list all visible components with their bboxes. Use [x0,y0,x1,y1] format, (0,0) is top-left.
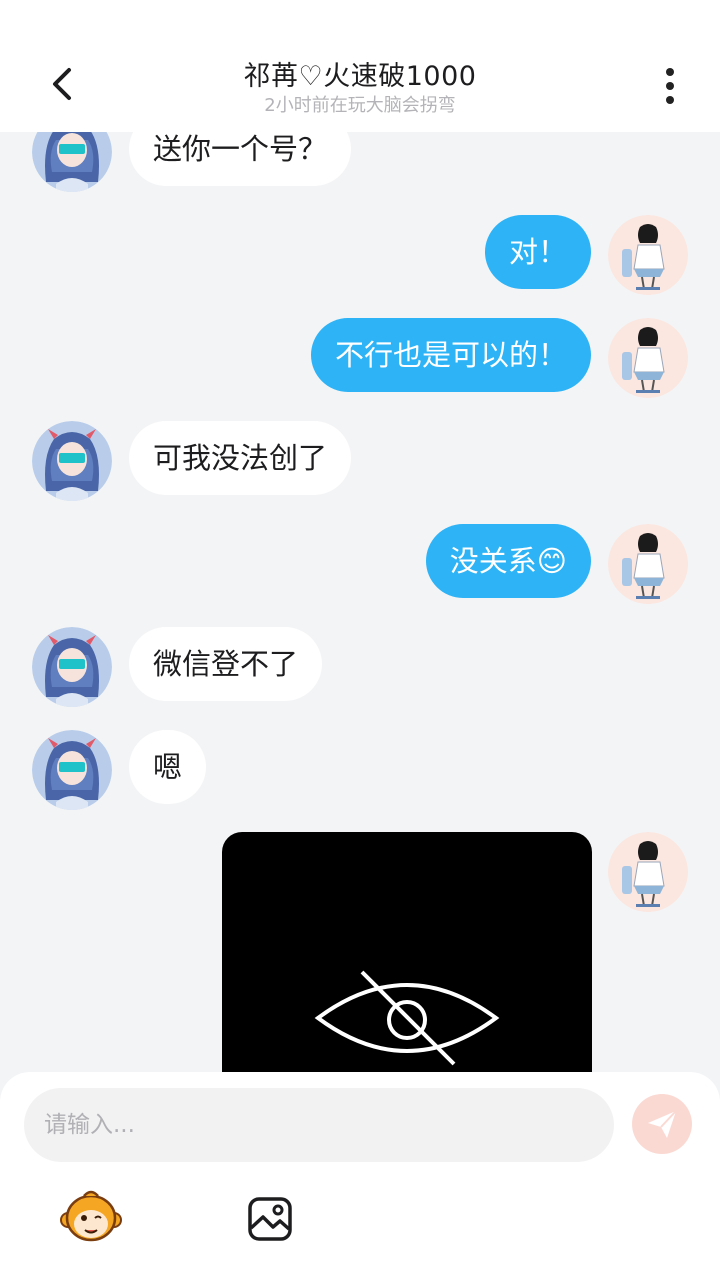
my-avatar[interactable] [608,832,688,912]
chat-header: 祁苒♡火速破1000 2小时前在玩大脑会拐弯 [0,0,720,132]
contact-avatar[interactable] [32,730,112,810]
contact-avatar[interactable] [32,627,112,707]
send-icon [648,1110,677,1138]
send-button[interactable] [632,1094,692,1154]
image-message[interactable] [222,832,592,1092]
eye-off-icon [314,970,500,1066]
more-vertical-icon [666,68,674,104]
message-bubble[interactable]: 嗯 [129,730,207,804]
message-input[interactable] [24,1088,614,1162]
contact-name: 祁苒♡火速破1000 [243,61,477,92]
my-avatar[interactable] [608,524,688,604]
message-bubble[interactable]: 没关系😊 [425,524,591,598]
input-panel [0,1072,720,1280]
my-avatar[interactable] [608,215,688,295]
image-icon [248,1197,292,1241]
more-button[interactable] [646,64,694,108]
image-picker-button[interactable] [246,1196,294,1242]
message-bubble[interactable]: 微信登不了 [129,627,323,701]
message-bubble[interactable]: 可我没法创了 [129,421,352,495]
message-bubble[interactable]: 对！ [484,215,591,289]
emoji-button[interactable] [60,1190,122,1246]
contact-avatar[interactable] [32,421,112,501]
contact-status: 2小时前在玩大脑会拐弯 [264,95,456,116]
message-bubble[interactable]: 不行也是可以的！ [310,318,591,392]
monkey-emoji-icon [60,1190,122,1242]
my-avatar[interactable] [608,318,688,398]
